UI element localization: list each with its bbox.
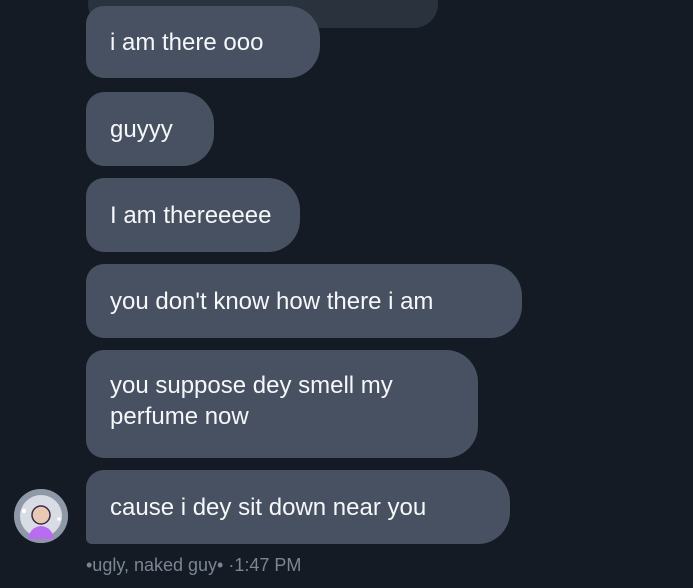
message-bubble[interactable]: cause i dey sit down near you [86,470,510,544]
message-text: you suppose dey smell my perfume now [110,372,393,430]
message-timestamp: 1:47 PM [234,555,302,575]
message-meta: •ugly, naked guy• ·1:47 PM [86,555,301,576]
user-avatar-icon [14,489,68,543]
message-bubble[interactable]: I am thereeeee [86,178,300,252]
message-text: you don't know how there i am [110,287,434,315]
message-text: cause i dey sit down near you [110,493,427,521]
message-text: i am there ooo [110,28,264,56]
message-bubble[interactable]: you suppose dey smell my perfume now [86,350,478,458]
message-text: guyyy [110,115,173,143]
message-bubble[interactable]: you don't know how there i am [86,264,522,338]
sender-name[interactable]: •ugly, naked guy• [86,555,223,575]
conversation-thread: i am there ooo guyyy I am thereeeee you … [0,0,693,588]
message-bubble[interactable]: i am there ooo [86,6,320,78]
message-text: I am thereeeee [110,201,272,229]
meta-separator: · [223,555,235,575]
message-bubble[interactable]: guyyy [86,92,214,166]
sender-avatar[interactable] [14,489,68,543]
